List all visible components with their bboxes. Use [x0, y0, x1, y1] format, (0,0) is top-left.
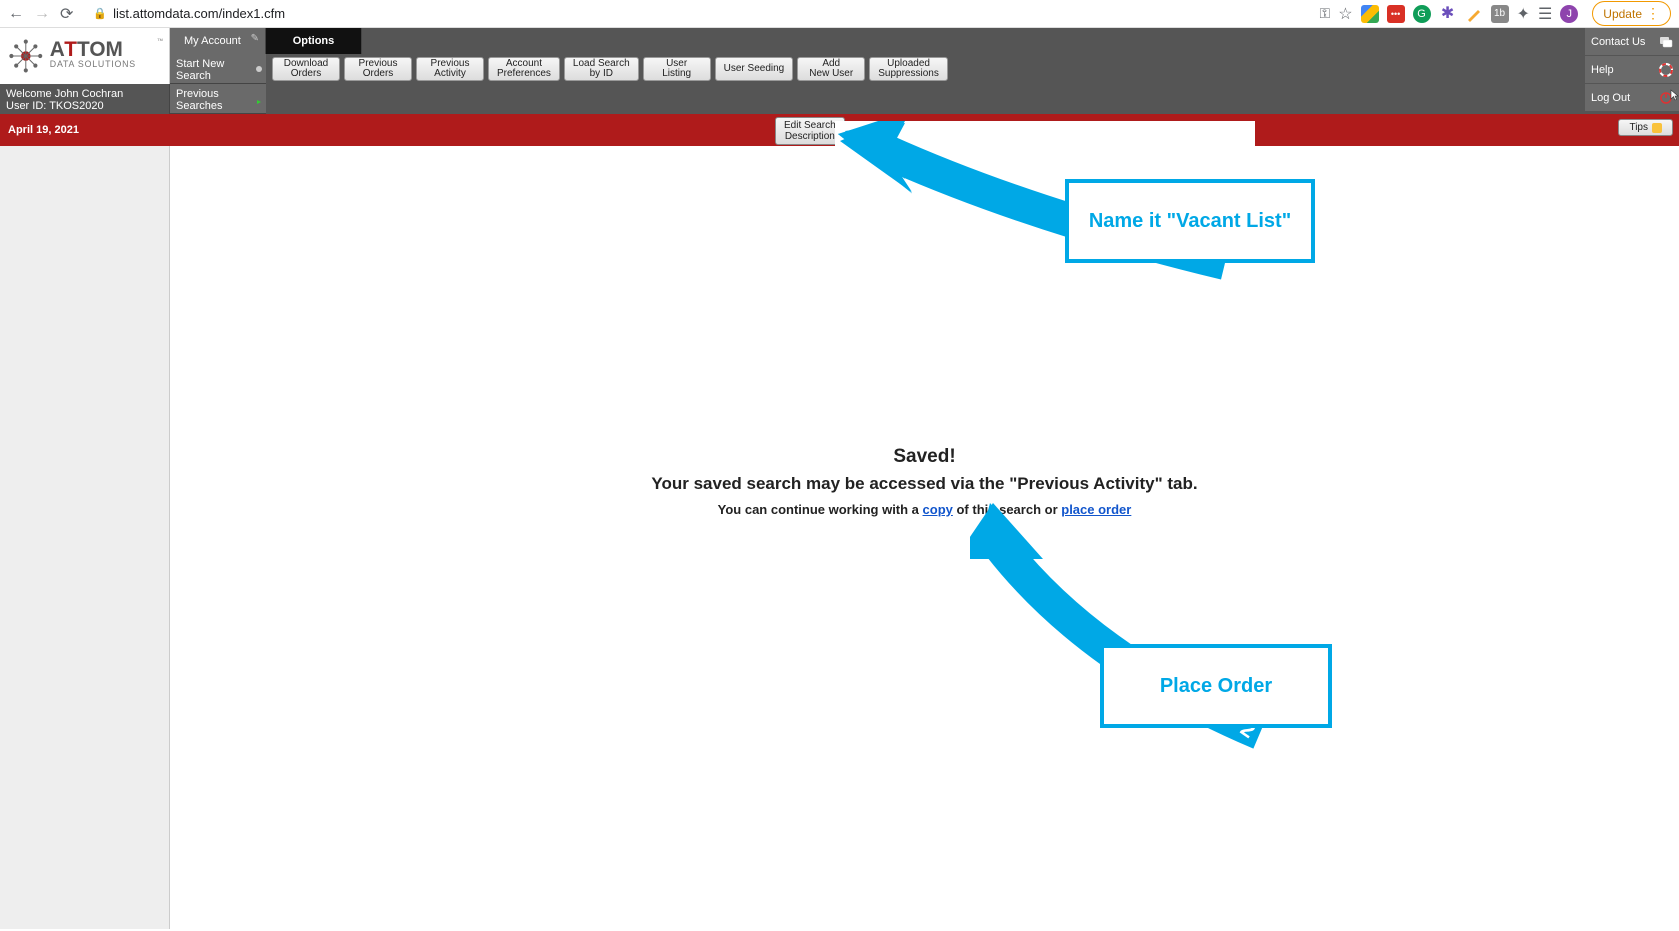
reload-button[interactable]: ⟳: [60, 4, 73, 24]
welcome-userid: User ID: TKOS2020: [6, 100, 163, 112]
chat-icon: [1659, 35, 1673, 49]
tab-my-account[interactable]: My Account ✎: [170, 28, 266, 54]
loom-icon[interactable]: ✱: [1439, 5, 1457, 23]
callout1-text: Name it "Vacant List": [1089, 210, 1291, 233]
svg-text:TOM: TOM: [77, 38, 123, 61]
saved-title: Saved!: [170, 446, 1679, 468]
sidebar-area: [0, 146, 170, 929]
pencil-icon: ✎: [251, 33, 259, 44]
logout-button[interactable]: Log Out: [1585, 84, 1679, 112]
bookmark-star-icon[interactable]: ☆: [1338, 4, 1352, 24]
contact-us-label: Contact Us: [1591, 36, 1645, 48]
pen-icon[interactable]: [1465, 5, 1483, 23]
update-label: Update: [1603, 7, 1642, 21]
drive-icon[interactable]: [1361, 5, 1379, 23]
reading-list-icon[interactable]: ☰: [1538, 4, 1552, 24]
toolbar-row: Start New Search DownloadOrders Previous…: [170, 54, 1679, 84]
logout-label: Log Out: [1591, 92, 1630, 104]
logo: A T TOM ™ DATA SOLUTIONS: [0, 28, 170, 84]
load-search-button[interactable]: Load Searchby ID: [564, 57, 639, 81]
contact-us-button[interactable]: Contact Us: [1585, 28, 1679, 56]
chrome-update-button[interactable]: Update ⋮: [1592, 1, 1671, 26]
previous-searches-button[interactable]: Previous Searches: [170, 84, 266, 114]
cursor-icon: [1667, 88, 1679, 105]
saved-subtitle: Your saved search may be accessed via th…: [170, 474, 1679, 494]
toolbar: DownloadOrders PreviousOrders PreviousAc…: [272, 54, 948, 84]
cont-mid: of this search or: [953, 502, 1061, 517]
welcome-box: Welcome John Cochran User ID: TKOS2020: [0, 84, 170, 114]
welcome-name: Welcome John Cochran: [6, 88, 163, 100]
profile-avatar-icon[interactable]: J: [1560, 5, 1578, 23]
tab-options-label: Options: [293, 35, 335, 47]
saved-confirmation: Saved! Your saved search may be accessed…: [170, 446, 1679, 517]
side-buttons: Start New Search: [170, 54, 266, 84]
start-new-search-icon: [256, 66, 262, 72]
header-left-col: A T TOM ™ DATA SOLUTIONS Welcome John Co…: [0, 28, 170, 114]
extension-icons: ⚿ ☆ ••• G ✱ 1b ✦ ☰ J: [1320, 4, 1579, 24]
ext-red-icon[interactable]: •••: [1387, 5, 1405, 23]
key-icon[interactable]: ⚿: [1320, 5, 1331, 22]
back-button[interactable]: ←: [8, 5, 24, 23]
lifering-icon: [1659, 63, 1673, 77]
help-button[interactable]: Help: [1585, 56, 1679, 84]
lightbulb-icon: [1652, 123, 1662, 133]
url-text: list.attomdata.com/index1.cfm: [113, 6, 285, 21]
tab-my-account-label: My Account: [184, 35, 241, 47]
lock-icon: 🔒: [93, 7, 107, 20]
tab-row: My Account ✎ Options: [170, 28, 1679, 54]
browser-chrome: ← → ⟳ 🔒 list.attomdata.com/index1.cfm ⚿ …: [0, 0, 1679, 28]
svg-text:T: T: [64, 38, 77, 61]
right-button-stack: Contact Us Help Log Out: [1585, 28, 1679, 112]
ext-grey-icon[interactable]: 1b: [1491, 5, 1509, 23]
user-seeding-button[interactable]: User Seeding: [715, 57, 794, 81]
download-orders-button[interactable]: DownloadOrders: [272, 57, 340, 81]
saved-continue-line: You can continue working with a copy of …: [170, 502, 1679, 517]
forward-button[interactable]: →: [34, 5, 50, 23]
current-date: April 19, 2021: [8, 124, 79, 136]
edit-search-l1: Edit Search: [784, 120, 836, 131]
svg-text:™: ™: [157, 38, 163, 45]
main-content: Saved! Your saved search may be accessed…: [170, 146, 1679, 929]
header-right-col: My Account ✎ Options Start New Search Do…: [170, 28, 1679, 114]
previous-activity-button[interactable]: PreviousActivity: [416, 57, 484, 81]
uploaded-suppressions-button[interactable]: UploadedSuppressions: [869, 57, 948, 81]
add-new-user-button[interactable]: AddNew User: [797, 57, 865, 81]
start-new-search-button[interactable]: Start New Search: [170, 54, 266, 84]
address-bar[interactable]: 🔒 list.attomdata.com/index1.cfm: [93, 6, 1311, 21]
start-new-search-label: Start New Search: [176, 58, 236, 82]
user-listing-button[interactable]: UserListing: [643, 57, 711, 81]
annotation-callout-1: Name it "Vacant List": [1065, 179, 1315, 263]
account-preferences-button[interactable]: AccountPreferences: [488, 57, 560, 81]
previous-orders-button[interactable]: PreviousOrders: [344, 57, 412, 81]
svg-text:A: A: [49, 38, 64, 61]
copy-link[interactable]: copy: [923, 502, 953, 517]
app-header: A T TOM ™ DATA SOLUTIONS Welcome John Co…: [0, 28, 1679, 114]
tips-button[interactable]: Tips: [1618, 119, 1673, 136]
cont-prefix: You can continue working with a: [718, 502, 923, 517]
previous-searches-icon: [256, 96, 262, 102]
content-wrap: Saved! Your saved search may be accessed…: [0, 146, 1679, 929]
place-order-link[interactable]: place order: [1061, 502, 1131, 517]
nav-arrows: ← → ⟳: [8, 4, 73, 24]
toolbar-row-2: Previous Searches: [170, 84, 1679, 114]
red-bar: April 19, 2021 Edit Search Description T…: [0, 114, 1679, 146]
svg-text:DATA SOLUTIONS: DATA SOLUTIONS: [49, 59, 135, 69]
menu-dots-icon: ⋮: [1646, 5, 1660, 22]
grammarly-icon[interactable]: G: [1413, 5, 1431, 23]
previous-searches-label: Previous Searches: [176, 88, 236, 112]
extensions-puzzle-icon[interactable]: ✦: [1517, 4, 1530, 24]
help-label: Help: [1591, 64, 1614, 76]
edit-search-l2: Description: [784, 131, 836, 142]
annotation-callout-2: Place Order: [1100, 644, 1332, 728]
callout2-text: Place Order: [1160, 675, 1272, 698]
tab-options[interactable]: Options: [266, 28, 362, 54]
edit-search-description-button[interactable]: Edit Search Description: [775, 117, 845, 145]
tips-label: Tips: [1629, 122, 1648, 133]
